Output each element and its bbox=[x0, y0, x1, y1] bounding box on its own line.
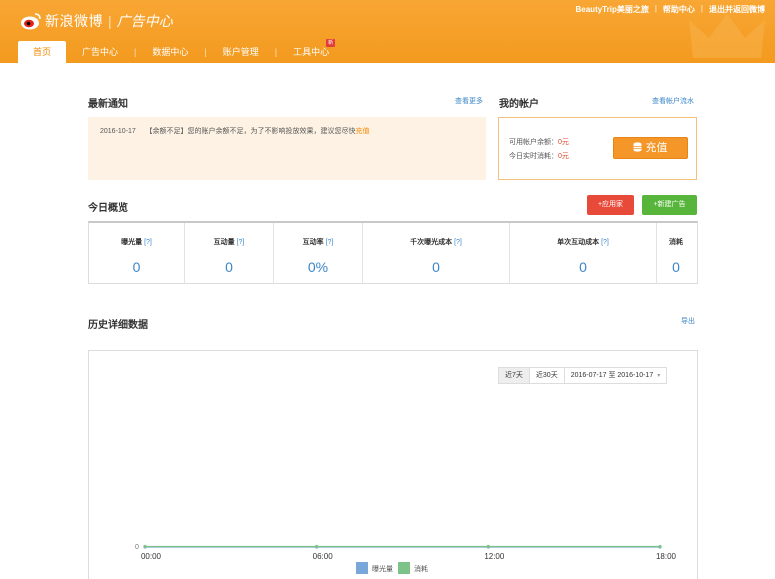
x-tick-label: 18:00 bbox=[656, 552, 677, 561]
history-chart: 000:00 06:00 12:00 18:00 曝光量 消耗 bbox=[135, 544, 677, 574]
legend-swatch[interactable] bbox=[398, 562, 410, 574]
x-tick-label: 00:00 bbox=[141, 552, 162, 561]
data-point[interactable] bbox=[486, 544, 490, 549]
x-tick-label: 12:00 bbox=[484, 552, 505, 561]
y-tick-label: 0 bbox=[135, 544, 139, 551]
data-point[interactable] bbox=[315, 544, 319, 549]
legend-swatch[interactable] bbox=[356, 562, 368, 574]
data-point[interactable] bbox=[143, 544, 147, 549]
legend-label[interactable]: 消耗 bbox=[414, 564, 428, 573]
x-tick-label: 06:00 bbox=[313, 552, 334, 561]
legend-label[interactable]: 曝光量 bbox=[372, 564, 393, 573]
data-point[interactable] bbox=[658, 544, 662, 549]
